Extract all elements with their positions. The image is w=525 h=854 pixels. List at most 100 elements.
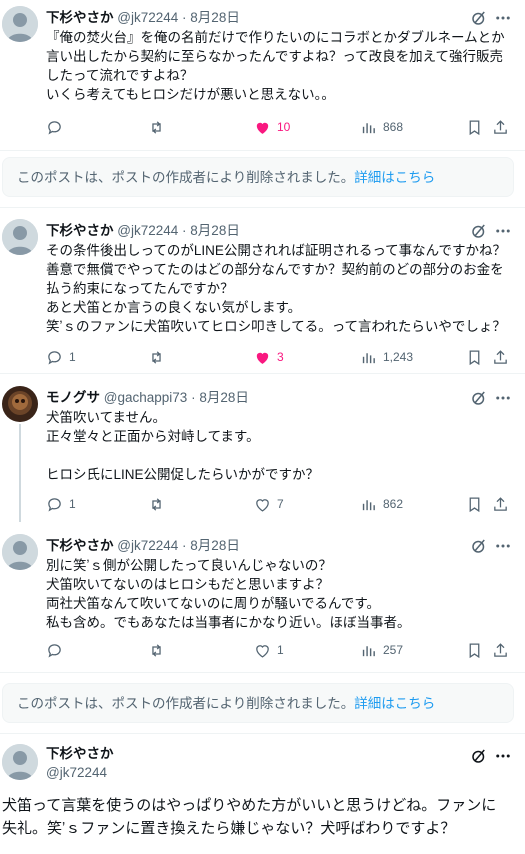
- more-icon[interactable]: [494, 9, 512, 27]
- share-button[interactable]: [492, 640, 509, 660]
- bookmark-button[interactable]: [466, 640, 483, 660]
- like-button[interactable]: 1: [254, 640, 284, 660]
- share-button[interactable]: [492, 117, 509, 137]
- like-icon: [256, 498, 269, 512]
- user-handle[interactable]: @jk72244: [117, 223, 178, 238]
- retweet-icon: [152, 350, 161, 364]
- views-icon: [362, 645, 375, 656]
- display-name-text[interactable]: 下杉やさか: [46, 746, 114, 761]
- divider: [0, 672, 525, 673]
- reply-icon: [48, 497, 61, 512]
- grok-icon[interactable]: [470, 9, 488, 27]
- user-handle[interactable]: @jk72244: [46, 764, 107, 782]
- user-handle[interactable]: @jk72244: [117, 538, 178, 553]
- tweet-line: 善意で無償でやってたのはどの部分なんですか？契約前のどの部分のお金を: [46, 262, 504, 277]
- like-icon: [256, 352, 269, 364]
- tweet-line: あと犬笛とか言うの良くない気がします。: [46, 300, 302, 315]
- divider: [0, 150, 525, 151]
- like-count: 3: [277, 350, 284, 364]
- user-handle[interactable]: @jk72244: [117, 10, 178, 25]
- retweet-button[interactable]: [148, 117, 171, 137]
- retweet-icon: [152, 497, 161, 511]
- separator-dot: ·: [182, 223, 187, 238]
- tweet-date[interactable]: 8月28日: [190, 223, 240, 238]
- more-icon[interactable]: [494, 747, 512, 765]
- tweet-date[interactable]: 8月28日: [190, 10, 240, 25]
- tweet-text: その条件後出しってのがLINE公開されれば証明されるって事なんですかね？ 善意で…: [46, 241, 516, 336]
- reply-button[interactable]: 1: [46, 347, 76, 367]
- details-link[interactable]: 詳細はこちら: [354, 170, 435, 185]
- grok-icon[interactable]: [470, 389, 488, 407]
- display-name[interactable]: 下杉やさか: [46, 223, 114, 238]
- share-button[interactable]: [492, 494, 509, 514]
- tweet-line: 犬笛って言葉を使うのはやっぱりやめた方がいいと思うけどね。ファンに: [2, 797, 497, 814]
- like-button[interactable]: 3: [254, 347, 284, 367]
- user-handle-text[interactable]: @jk72244: [46, 765, 107, 780]
- share-icon: [494, 349, 507, 364]
- retweet-button[interactable]: [148, 494, 171, 514]
- divider: [0, 733, 525, 734]
- tweet-line: [46, 446, 516, 465]
- retweet-button[interactable]: [148, 640, 171, 660]
- avatar[interactable]: [2, 534, 38, 570]
- like-button[interactable]: 7: [254, 494, 284, 514]
- views-button[interactable]: 1,243: [360, 347, 413, 367]
- bookmark-button[interactable]: [466, 117, 483, 137]
- share-icon: [494, 642, 507, 657]
- views-icon: [362, 499, 375, 510]
- reply-icon: [48, 350, 61, 365]
- tweet-line: 別に笑ʼｓ側が公開したって良いんじゃないの？: [46, 558, 332, 573]
- like-button[interactable]: 10: [254, 117, 290, 137]
- action-bar: 10 868: [46, 117, 516, 137]
- reply-tweet-1[interactable]: 下杉やさか @jk72244 · 8月28日 『俺の焚火台』を俺の名前だけで作り…: [0, 0, 525, 150]
- share-button[interactable]: [492, 347, 509, 367]
- reply-tweet-4[interactable]: 下杉やさか @jk72244 · 8月28日 別に笑ʼｓ側が公開したって良いんじ…: [0, 528, 525, 672]
- tweet-text: 『俺の焚火台』を俺の名前だけで作りたいのにコラボとかダブルネームとか 言い出した…: [46, 28, 516, 104]
- grok-icon[interactable]: [470, 222, 488, 240]
- reply-tweet-3[interactable]: モノグサ @gachappi73 · 8月28日 犬笛吹いてません。 正々堂々と…: [0, 380, 525, 522]
- avatar[interactable]: [2, 386, 38, 422]
- more-icon[interactable]: [494, 389, 512, 407]
- avatar[interactable]: [2, 219, 38, 255]
- views-count: 257: [383, 643, 404, 657]
- reply-tweet-2[interactable]: 下杉やさか @jk72244 · 8月28日 その条件後出しってのがLINE公開…: [0, 213, 525, 373]
- deleted-notice-text: このポストは、ポストの作成者により削除されました。: [17, 170, 355, 185]
- retweet-button[interactable]: [148, 347, 171, 367]
- bookmark-icon: [469, 119, 480, 135]
- tweet-text: 別に笑ʼｓ側が公開したって良いんじゃないの？ 犬笛吹いてないのはヒロシもだと思い…: [46, 556, 516, 632]
- deleted-post-notice: このポストは、ポストの作成者により削除されました。詳細はこちら: [2, 683, 514, 723]
- like-count: 10: [277, 120, 291, 134]
- tweet-date[interactable]: 8月28日: [199, 390, 249, 405]
- views-button[interactable]: 257: [360, 640, 403, 660]
- grok-icon[interactable]: [470, 537, 488, 555]
- tweet-line: 両社犬笛なんて吹いてないのに周りが騒いでるんです。: [46, 596, 380, 611]
- reply-button[interactable]: 1: [46, 494, 76, 514]
- more-icon[interactable]: [494, 222, 512, 240]
- views-button[interactable]: 862: [360, 494, 403, 514]
- bookmark-icon: [469, 642, 480, 658]
- tweet-date[interactable]: 8月28日: [190, 538, 240, 553]
- reply-button[interactable]: [46, 117, 69, 137]
- reply-count: 1: [69, 350, 76, 364]
- separator-dot: ·: [191, 390, 196, 405]
- details-link[interactable]: 詳細はこちら: [354, 696, 435, 711]
- user-handle[interactable]: @gachappi73: [104, 390, 188, 405]
- display-name[interactable]: モノグサ: [46, 390, 100, 405]
- views-button[interactable]: 868: [360, 117, 403, 137]
- like-count: 7: [277, 497, 284, 511]
- avatar[interactable]: [2, 744, 38, 780]
- tweet-line: 正々堂々と正面から対峙してます。: [46, 429, 260, 444]
- display-name[interactable]: 下杉やさか: [46, 10, 114, 25]
- more-icon[interactable]: [494, 537, 512, 555]
- display-name[interactable]: 下杉やさか: [46, 745, 114, 763]
- bookmark-button[interactable]: [466, 347, 483, 367]
- views-icon: [362, 122, 375, 133]
- grok-icon[interactable]: [470, 747, 488, 765]
- tweet-line: その条件後出しってのがLINE公開されれば証明されるって事なんですかね？: [46, 243, 506, 258]
- reply-button[interactable]: [46, 640, 69, 660]
- main-tweet: 下杉やさか @jk72244 犬笛って言葉を使うのはやっぱりやめた方がいいと思う…: [0, 740, 525, 854]
- display-name[interactable]: 下杉やさか: [46, 538, 114, 553]
- bookmark-button[interactable]: [466, 494, 483, 514]
- deleted-post-notice: このポストは、ポストの作成者により削除されました。詳細はこちら: [2, 157, 514, 197]
- avatar[interactable]: [2, 6, 38, 42]
